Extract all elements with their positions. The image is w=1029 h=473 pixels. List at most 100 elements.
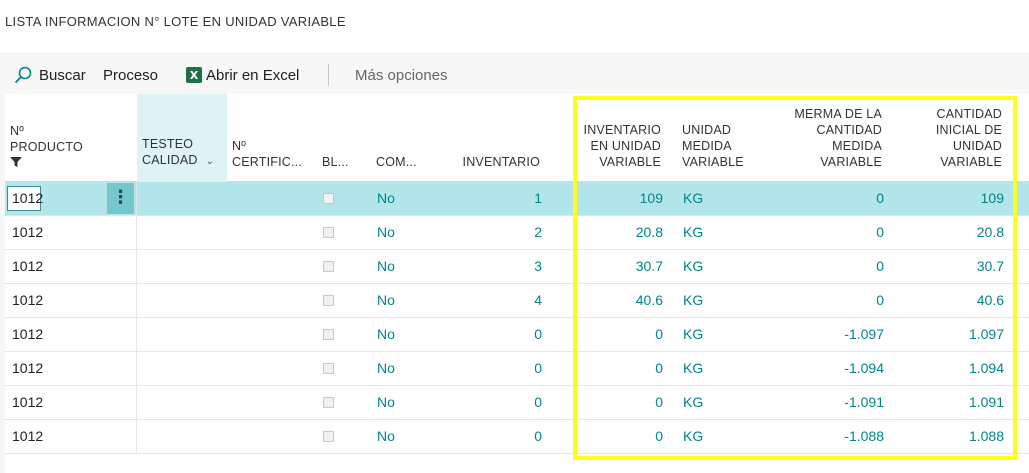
inventario-cell[interactable]: 2 <box>534 216 542 249</box>
bloqueado-checkbox[interactable] <box>323 329 334 340</box>
com-cell[interactable]: No <box>377 182 395 215</box>
producto-cell[interactable]: 1012 <box>12 216 43 249</box>
inventario-cell[interactable]: 1 <box>534 182 542 215</box>
cantidad-inicial-cell[interactable]: 1.088 <box>969 420 1004 453</box>
process-menu-button[interactable]: Proceso <box>103 58 158 92</box>
column-header-inventario-unidad-variable[interactable]: INVENTARIO EN UNIDAD VARIABLE <box>584 122 661 170</box>
inventario-unidad-variable-cell[interactable]: 20.8 <box>636 216 663 249</box>
column-header-inv-var-line1: INVENTARIO <box>583 123 661 137</box>
table-row[interactable]: 1012 No 4 40.6 KG 0 40.6 <box>5 284 1029 318</box>
com-cell[interactable]: No <box>377 250 395 283</box>
cantidad-inicial-cell[interactable]: 1.094 <box>969 352 1004 385</box>
com-cell[interactable]: No <box>377 386 395 419</box>
inventario-unidad-variable-cell[interactable]: 30.7 <box>636 250 663 283</box>
unidad-medida-cell[interactable]: KG <box>683 250 703 283</box>
merma-cell[interactable]: -1.097 <box>844 318 884 351</box>
cantidad-inicial-cell[interactable]: 40.6 <box>977 284 1004 317</box>
search-icon <box>14 66 32 84</box>
merma-cell[interactable]: 0 <box>876 250 884 283</box>
bloqueado-checkbox[interactable] <box>323 193 334 204</box>
producto-cell[interactable]: 1012 <box>12 386 43 419</box>
unidad-medida-cell[interactable]: KG <box>683 420 703 453</box>
bloqueado-checkbox[interactable] <box>323 431 334 442</box>
column-header-merma[interactable]: MERMA DE LA CANTIDAD MEDIDA VARIABLE <box>794 106 882 170</box>
column-header-testeo-line1: TESTEO <box>142 137 194 151</box>
producto-cell[interactable]: 1012 <box>12 250 43 283</box>
bloqueado-checkbox[interactable] <box>323 363 334 374</box>
table-row[interactable]: 1012 No 2 20.8 KG 0 20.8 <box>5 216 1029 250</box>
cantidad-inicial-cell[interactable]: 109 <box>981 182 1004 215</box>
kebab-menu-icon[interactable]: ⋮ <box>107 183 134 214</box>
column-divider <box>136 284 137 318</box>
column-header-cantidad-inicial[interactable]: CANTIDAD INICIAL DE UNIDAD VARIABLE <box>936 106 1002 170</box>
column-header-merma-line1: MERMA DE LA <box>794 107 882 121</box>
merma-cell[interactable]: -1.088 <box>844 420 884 453</box>
com-cell[interactable]: No <box>377 284 395 317</box>
inventario-cell[interactable]: 0 <box>534 420 542 453</box>
bloqueado-checkbox[interactable] <box>323 227 334 238</box>
merma-cell[interactable]: 0 <box>876 182 884 215</box>
search-button[interactable]: Buscar <box>13 58 86 92</box>
cantidad-inicial-cell[interactable]: 30.7 <box>977 250 1004 283</box>
unidad-medida-cell[interactable]: KG <box>683 182 703 215</box>
column-header-bloqueado[interactable]: BL... <box>322 154 349 170</box>
cantidad-inicial-cell[interactable]: 1.097 <box>969 318 1004 351</box>
inventario-unidad-variable-cell[interactable]: 40.6 <box>636 284 663 317</box>
inventario-cell[interactable]: 0 <box>534 318 542 351</box>
com-cell[interactable]: No <box>377 216 395 249</box>
producto-cell[interactable]: 1012 <box>12 284 43 317</box>
producto-cell[interactable]: 1012 <box>7 186 43 211</box>
merma-cell[interactable]: -1.091 <box>844 386 884 419</box>
unidad-medida-cell[interactable]: KG <box>683 386 703 419</box>
unidad-medida-cell[interactable]: KG <box>683 216 703 249</box>
producto-cell[interactable]: 1012 <box>12 352 43 385</box>
table-row[interactable]: 1012 No 0 0 KG -1.091 1.091 <box>5 386 1029 420</box>
inventario-cell[interactable]: 0 <box>534 352 542 385</box>
column-header-inventario[interactable]: INVENTARIO <box>463 154 540 170</box>
unidad-medida-cell[interactable]: KG <box>683 284 703 317</box>
column-header-unidad-medida-variable[interactable]: UNIDAD MEDIDA VARIABLE <box>682 122 744 170</box>
column-header-com[interactable]: COM... <box>376 154 417 170</box>
column-header-merma-line3: MEDIDA <box>832 139 882 153</box>
com-cell[interactable]: No <box>377 318 395 351</box>
toolbar-divider <box>328 64 329 86</box>
column-divider <box>136 386 137 420</box>
column-header-testeo-calidad[interactable]: TESTEO CALIDAD ⌄ <box>142 136 214 170</box>
cantidad-inicial-cell[interactable]: 1.091 <box>969 386 1004 419</box>
open-in-excel-button[interactable]: X Abrir en Excel <box>186 58 299 92</box>
com-cell[interactable]: No <box>377 352 395 385</box>
inventario-cell[interactable]: 0 <box>534 386 542 419</box>
table-row[interactable]: 1012 No 0 0 KG -1.094 1.094 <box>5 352 1029 386</box>
merma-cell[interactable]: 0 <box>876 216 884 249</box>
table-row[interactable]: 1012 No 0 0 KG -1.097 1.097 <box>5 318 1029 352</box>
merma-cell[interactable]: 0 <box>876 284 884 317</box>
bloqueado-checkbox[interactable] <box>323 261 334 272</box>
inventario-cell[interactable]: 4 <box>534 284 542 317</box>
column-header-cant-line2: INICIAL DE <box>935 123 1002 137</box>
inventario-unidad-variable-cell[interactable]: 0 <box>655 420 663 453</box>
merma-cell[interactable]: -1.094 <box>844 352 884 385</box>
column-header-producto-line1: Nº <box>10 124 24 138</box>
inventario-unidad-variable-cell[interactable]: 0 <box>655 386 663 419</box>
table-row[interactable]: 1012 No 0 0 KG -1.088 1.088 <box>5 420 1029 454</box>
inventario-unidad-variable-cell[interactable]: 0 <box>655 318 663 351</box>
producto-cell[interactable]: 1012 <box>12 318 43 351</box>
producto-cell[interactable]: 1012 <box>12 420 43 453</box>
column-header-cant-line3: UNIDAD <box>952 139 1002 153</box>
inventario-unidad-variable-cell[interactable]: 109 <box>640 182 663 215</box>
inventario-unidad-variable-cell[interactable]: 0 <box>655 352 663 385</box>
column-header-certificado[interactable]: Nº CERTIFIC... <box>232 138 302 170</box>
table-row[interactable]: 1012 ⋮ No 1 109 KG 0 109 <box>5 182 1029 216</box>
column-header-inv-var-line3: VARIABLE <box>599 155 661 169</box>
unidad-medida-cell[interactable]: KG <box>683 318 703 351</box>
chevron-down-icon[interactable]: ⌄ <box>206 156 215 167</box>
bloqueado-checkbox[interactable] <box>323 295 334 306</box>
unidad-medida-cell[interactable]: KG <box>683 352 703 385</box>
inventario-cell[interactable]: 3 <box>534 250 542 283</box>
table-row[interactable]: 1012 No 3 30.7 KG 0 30.7 <box>5 250 1029 284</box>
bloqueado-checkbox[interactable] <box>323 397 334 408</box>
cantidad-inicial-cell[interactable]: 20.8 <box>977 216 1004 249</box>
more-options-button[interactable]: Más opciones <box>355 58 448 92</box>
column-header-producto[interactable]: Nº PRODUCTO <box>10 123 83 167</box>
com-cell[interactable]: No <box>377 420 395 453</box>
